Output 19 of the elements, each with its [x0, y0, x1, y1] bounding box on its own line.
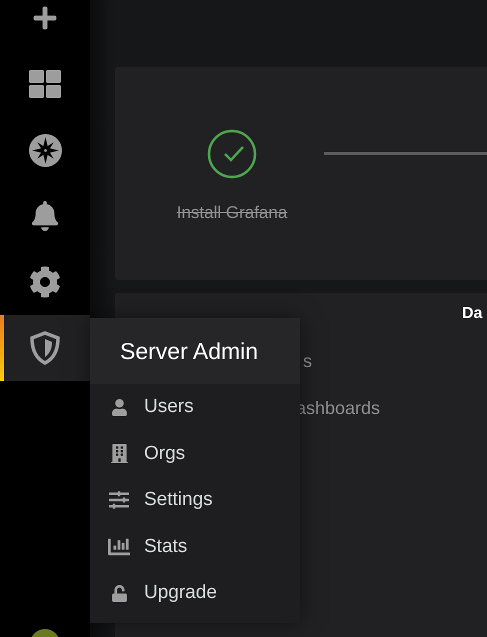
step-label: Install Grafana: [176, 203, 288, 223]
panel-title: Da: [462, 305, 482, 323]
buildings-icon: [110, 444, 128, 464]
settings-icon: [29, 266, 61, 298]
grid-icon: [29, 68, 61, 100]
menu-item[interactable]: Orgs: [90, 430, 300, 477]
menu-item[interactable]: Stats: [90, 524, 300, 570]
menu-title: Server Admin: [90, 318, 300, 384]
plus-icon: [32, 5, 58, 31]
unlock-icon: [110, 584, 128, 602]
panel-link[interactable]: s: [303, 351, 312, 372]
bell-icon: [30, 201, 60, 231]
user-icon: [110, 398, 128, 416]
shield-icon: [29, 331, 61, 365]
menu-item[interactable]: Settings: [90, 477, 300, 524]
menu-item[interactable]: Upgrade: [90, 570, 300, 616]
compass-icon: [28, 134, 62, 166]
sliders-icon: [109, 490, 129, 510]
sidebar-item[interactable]: [0, 315, 90, 381]
